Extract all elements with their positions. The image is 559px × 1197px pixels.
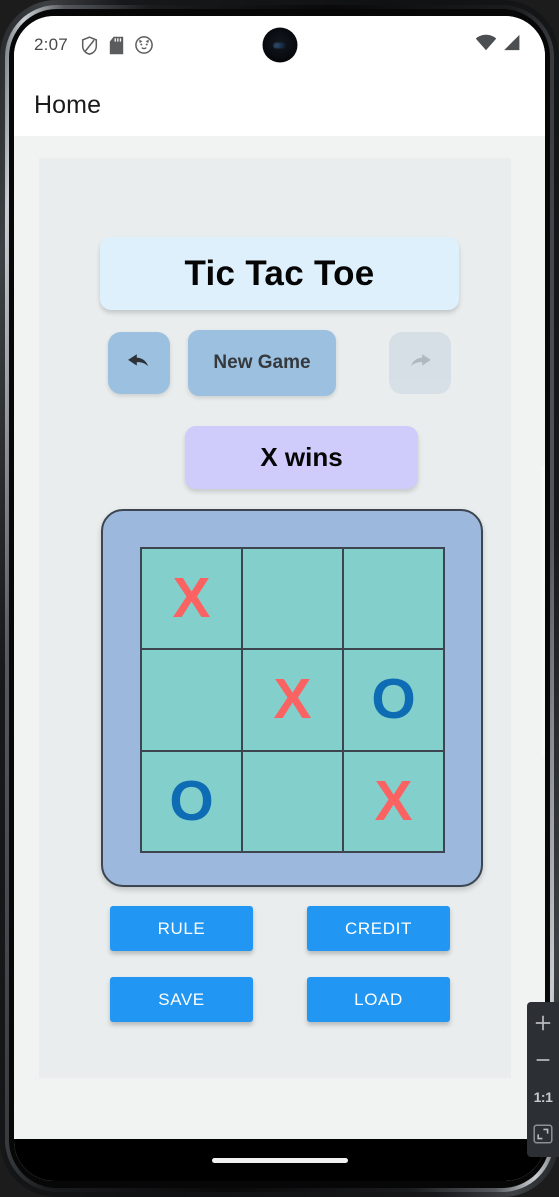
- sd-card-icon: [109, 36, 124, 55]
- device-frame: 2:07 Home Tic Tac Toe New Game X wins X …: [0, 0, 559, 1197]
- board-cell-4[interactable]: X: [243, 650, 342, 750]
- content-panel: Tic Tac Toe New Game X wins X X O O X RU…: [39, 158, 511, 1078]
- action-row-2: SAVE LOAD: [110, 977, 450, 1022]
- undo-button[interactable]: [108, 332, 170, 394]
- action-row-1: RULE CREDIT: [110, 906, 450, 951]
- app-bar: Home: [14, 74, 545, 136]
- new-game-label: New Game: [213, 352, 311, 373]
- cat-face-icon: [135, 36, 153, 54]
- board-cell-5[interactable]: O: [344, 650, 443, 750]
- game-title: Tic Tac Toe: [184, 253, 375, 293]
- wifi-icon: [475, 34, 497, 56]
- board-cell-1[interactable]: [243, 549, 342, 649]
- front-camera-punch-hole: [262, 27, 297, 63]
- zoom-in-button[interactable]: [528, 1008, 558, 1038]
- game-status-text: X wins: [260, 442, 343, 472]
- game-controls: New Game: [100, 330, 459, 396]
- page-title: Home: [34, 90, 102, 119]
- undo-arrow-icon: [125, 349, 153, 378]
- game-title-card: Tic Tac Toe: [100, 237, 459, 310]
- board-cell-8[interactable]: X: [344, 751, 443, 851]
- cellular-signal-icon: [502, 34, 521, 56]
- zoom-toolbar: 1:1: [527, 1002, 559, 1157]
- board-cell-6[interactable]: O: [142, 751, 241, 851]
- board-cell-0[interactable]: X: [142, 549, 241, 649]
- board-cell-7[interactable]: [243, 751, 342, 851]
- redo-button[interactable]: [389, 332, 451, 394]
- board-cell-3[interactable]: [142, 650, 241, 750]
- content-scrollbar[interactable]: [541, 466, 545, 756]
- app-body: Tic Tac Toe New Game X wins X X O O X RU…: [14, 136, 545, 1139]
- actual-size-button[interactable]: 1:1: [528, 1082, 558, 1112]
- navigation-bar: [14, 1139, 545, 1181]
- board-cell-2[interactable]: [344, 549, 443, 649]
- status-clock: 2:07: [34, 35, 68, 54]
- save-button[interactable]: SAVE: [110, 977, 253, 1022]
- action-button-grid: RULE CREDIT SAVE LOAD: [110, 906, 450, 1048]
- new-game-button[interactable]: New Game: [188, 330, 336, 396]
- zoom-out-button[interactable]: [528, 1045, 558, 1075]
- phone-screen: 2:07 Home Tic Tac Toe New Game X wins X …: [14, 16, 545, 1181]
- load-button[interactable]: LOAD: [307, 977, 450, 1022]
- fit-to-screen-icon[interactable]: [528, 1119, 558, 1149]
- status-bar: 2:07: [14, 16, 545, 74]
- shield-icon: [81, 35, 98, 55]
- rule-button[interactable]: RULE: [110, 906, 253, 951]
- home-gesture-pill[interactable]: [211, 1157, 348, 1163]
- status-banner: X wins: [185, 426, 418, 489]
- credit-button[interactable]: CREDIT: [307, 906, 450, 951]
- redo-arrow-icon: [406, 349, 434, 378]
- game-board-grid[interactable]: X X O O X: [140, 547, 445, 853]
- game-board-frame: X X O O X: [101, 509, 483, 887]
- status-bar-right-icons: [475, 16, 521, 74]
